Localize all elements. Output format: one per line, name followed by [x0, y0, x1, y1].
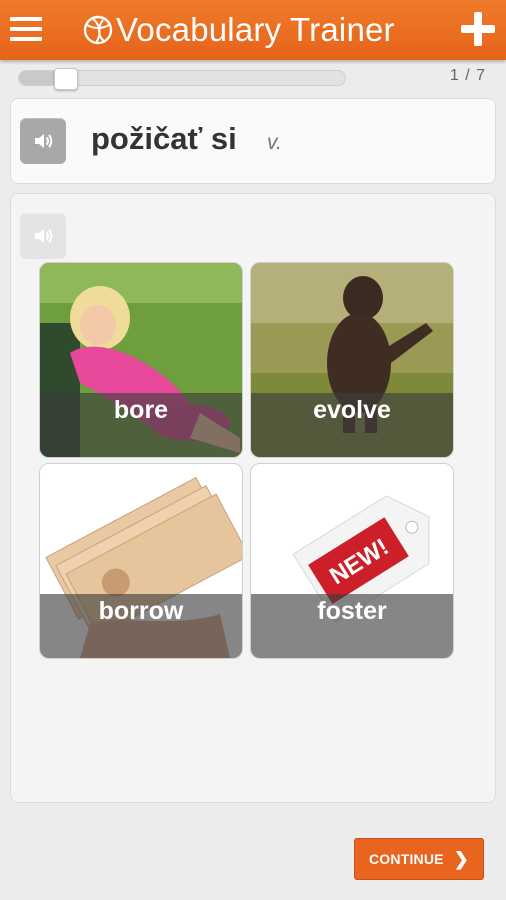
globe-logo-icon — [83, 15, 113, 45]
quiz-card: bore evolve borrow NEW! foster — [10, 193, 496, 803]
choice-tile-evolve[interactable]: evolve — [250, 262, 454, 458]
continue-button[interactable]: CONTINUE ❯ — [354, 838, 484, 880]
app-title: Vocabulary Trainer — [82, 8, 395, 52]
app-title-text: Vocabulary Trainer — [116, 11, 395, 48]
progress-handle[interactable] — [53, 68, 78, 90]
word-card: požičať si v. — [10, 98, 496, 184]
speaker-icon[interactable] — [20, 118, 66, 164]
choice-tile-borrow[interactable]: borrow — [39, 463, 243, 659]
choice-label: evolve — [251, 393, 453, 457]
choice-tile-foster[interactable]: NEW! foster — [250, 463, 454, 659]
speaker-icon[interactable] — [20, 213, 66, 259]
progress-slider[interactable] — [18, 68, 346, 90]
progress-counter: 1 / 7 — [449, 67, 486, 84]
choice-label: borrow — [40, 594, 242, 658]
target-word: požičať si — [91, 121, 237, 156]
chevron-right-icon: ❯ — [453, 849, 469, 869]
app-header: Vocabulary Trainer — [0, 0, 506, 60]
plus-icon[interactable] — [461, 12, 495, 46]
hamburger-menu-icon[interactable] — [10, 17, 42, 43]
continue-label: CONTINUE — [368, 851, 444, 867]
part-of-speech: v. — [267, 131, 282, 154]
choice-label: foster — [251, 594, 453, 658]
choice-tile-bore[interactable]: bore — [39, 262, 243, 458]
choice-label: bore — [40, 393, 242, 457]
